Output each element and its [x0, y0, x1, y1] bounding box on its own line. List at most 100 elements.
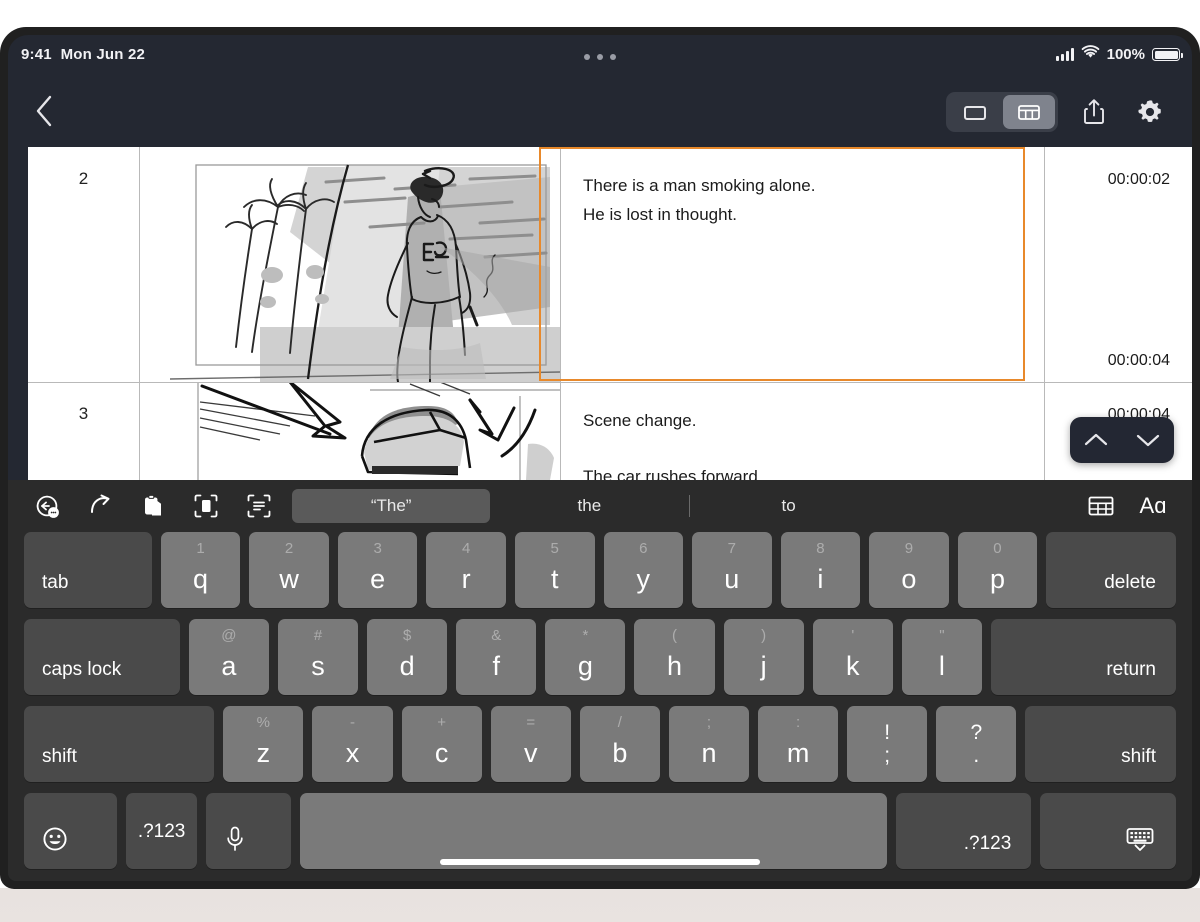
suggestion-chip[interactable]: the — [490, 489, 688, 523]
key-s[interactable]: # s — [277, 619, 359, 695]
key-exclamation-semicolon[interactable]: ! ; — [847, 706, 928, 782]
key-k[interactable]: ' k — [812, 619, 893, 695]
view-mode-segmented-control[interactable] — [946, 92, 1058, 132]
key-r[interactable]: 4r — [426, 532, 506, 608]
timecode-start: 00:00:02 — [1107, 171, 1170, 188]
key-numeric-left[interactable]: .?123 — [125, 793, 198, 869]
key-row: tab 1q 2w 3e 4r 5t 6y 7u 8i 9o 0p delete — [8, 532, 1192, 608]
key-y[interactable]: 6y — [603, 532, 684, 608]
gear-icon[interactable] — [1130, 92, 1170, 132]
key-b[interactable]: / b — [579, 706, 660, 782]
undo-icon[interactable] — [32, 491, 62, 521]
key-m[interactable]: :m — [758, 706, 839, 782]
scene-line: There is a man smoking alone. — [583, 176, 816, 195]
storyboard-table: 2 There is a man smoking alone. He is lo… — [8, 147, 1192, 480]
table-row[interactable]: 3 Scene change. The car rushes forward. … — [28, 382, 1192, 480]
status-date: Mon Jun 22 — [60, 46, 146, 63]
microphone-icon — [224, 825, 246, 858]
key-c[interactable]: + c — [401, 706, 482, 782]
scene-description-cell[interactable]: There is a man smoking alone. He is lost… — [560, 147, 1044, 382]
key-numeric-right[interactable]: .?123 — [895, 793, 1032, 869]
row-divider — [28, 382, 1192, 383]
format-text-label: Aɑ — [1139, 493, 1167, 518]
suggestion-chip[interactable]: “The” — [292, 489, 491, 523]
home-indicator[interactable] — [440, 859, 760, 865]
key-h[interactable]: (h — [634, 619, 715, 695]
key-row: caps lock @ a # s $ d & f * g (h ) j ' k " l ret… — [8, 619, 1192, 695]
screenshot-root: 9:41 Mon Jun 22 100% 2 There is a man sm… — [0, 0, 1200, 922]
app-toolbar — [8, 77, 1192, 147]
predictive-bar-tools — [8, 491, 274, 521]
timecode-cell[interactable]: 00:00:02 00:00:04 — [1044, 147, 1192, 382]
wifi-icon — [1081, 45, 1100, 64]
key-t[interactable]: 5t — [514, 532, 595, 608]
key-row: .?123 .?123 — [8, 793, 1192, 869]
emoji-icon — [42, 826, 68, 857]
storyboard-thumbnail[interactable] — [140, 382, 560, 480]
scan-text-icon[interactable] — [244, 491, 274, 521]
suggestion-spacer — [888, 489, 1086, 523]
key-e[interactable]: 3e — [337, 532, 418, 608]
redo-icon[interactable] — [85, 491, 115, 521]
key-rows: tab 1q 2w 3e 4r 5t 6y 7u 8i 9o 0p delete — [8, 532, 1192, 880]
row-number-cell: 3 — [28, 382, 140, 480]
status-bar: 9:41 Mon Jun 22 100% — [8, 35, 1192, 77]
chevron-up-icon[interactable] — [1076, 420, 1116, 460]
key-w[interactable]: 2w — [249, 532, 329, 608]
key-p[interactable]: 0p — [957, 532, 1038, 608]
key-z[interactable]: % z — [223, 706, 304, 782]
toolbar-actions — [946, 91, 1170, 133]
back-chevron-icon[interactable] — [24, 91, 64, 131]
timecode-end: 00:00:04 — [1107, 352, 1170, 369]
predictive-bar-right-tools: Aɑ — [1086, 491, 1192, 521]
key-j[interactable]: ) j — [723, 619, 804, 695]
tablet-screen: 9:41 Mon Jun 22 100% 2 There is a man sm… — [8, 35, 1192, 881]
key-x[interactable]: -x — [312, 706, 393, 782]
key-i[interactable]: 8i — [780, 532, 861, 608]
scene-line: He is lost in thought. — [583, 205, 738, 224]
scene-line: Scene change. — [583, 411, 697, 430]
key-f[interactable]: & f — [456, 619, 537, 695]
key-return[interactable]: return — [990, 619, 1176, 695]
battery-percent-label: 100% — [1106, 46, 1145, 63]
scene-description-cell[interactable]: Scene change. The car rushes forward. — [560, 382, 1044, 480]
scene-line: The car rushes forward. — [583, 467, 763, 480]
key-u[interactable]: 7u — [692, 532, 772, 608]
grid-view-icon[interactable] — [1003, 95, 1055, 129]
multitask-handle-icon[interactable] — [584, 54, 616, 60]
table-icon[interactable] — [1086, 491, 1116, 521]
battery-icon — [1152, 48, 1183, 61]
key-l[interactable]: " l — [901, 619, 982, 695]
key-shift-left[interactable]: shift — [24, 706, 215, 782]
format-text-icon[interactable]: Aɑ — [1136, 491, 1170, 521]
key-g[interactable]: * g — [545, 619, 626, 695]
chevron-down-icon[interactable] — [1128, 420, 1168, 460]
key-a[interactable]: @ a — [188, 619, 269, 695]
table-row[interactable]: 2 There is a man smoking alone. He is lo… — [28, 147, 1192, 382]
key-emoji[interactable] — [24, 793, 117, 869]
key-n[interactable]: ; n — [668, 706, 750, 782]
row-number: 2 — [78, 169, 89, 188]
scan-document-icon[interactable] — [191, 491, 221, 521]
share-icon[interactable] — [1074, 92, 1114, 132]
storyboard-thumbnail[interactable] — [140, 147, 560, 382]
key-dictation[interactable] — [206, 793, 291, 869]
suggestion-chip[interactable]: to — [690, 489, 888, 523]
key-shift-right[interactable]: shift — [1025, 706, 1176, 782]
key-caps-lock[interactable]: caps lock — [24, 619, 180, 695]
key-question-period[interactable]: ? . — [936, 706, 1017, 782]
row-navigation-popover — [1070, 417, 1174, 463]
predictive-text-bar: “The” the to Aɑ — [8, 480, 1192, 532]
key-tab[interactable]: tab — [24, 532, 152, 608]
key-q[interactable]: 1q — [160, 532, 241, 608]
status-indicators: 100% — [1055, 45, 1183, 64]
key-space[interactable] — [299, 793, 887, 869]
single-pane-icon[interactable] — [949, 95, 1001, 129]
key-v[interactable]: = v — [490, 706, 571, 782]
paste-icon[interactable] — [138, 491, 168, 521]
key-o[interactable]: 9o — [869, 532, 949, 608]
key-d[interactable]: $ d — [367, 619, 448, 695]
key-dismiss-keyboard[interactable] — [1040, 793, 1176, 869]
key-delete[interactable]: delete — [1046, 532, 1176, 608]
suggestion-list: “The” the to — [274, 480, 1086, 532]
